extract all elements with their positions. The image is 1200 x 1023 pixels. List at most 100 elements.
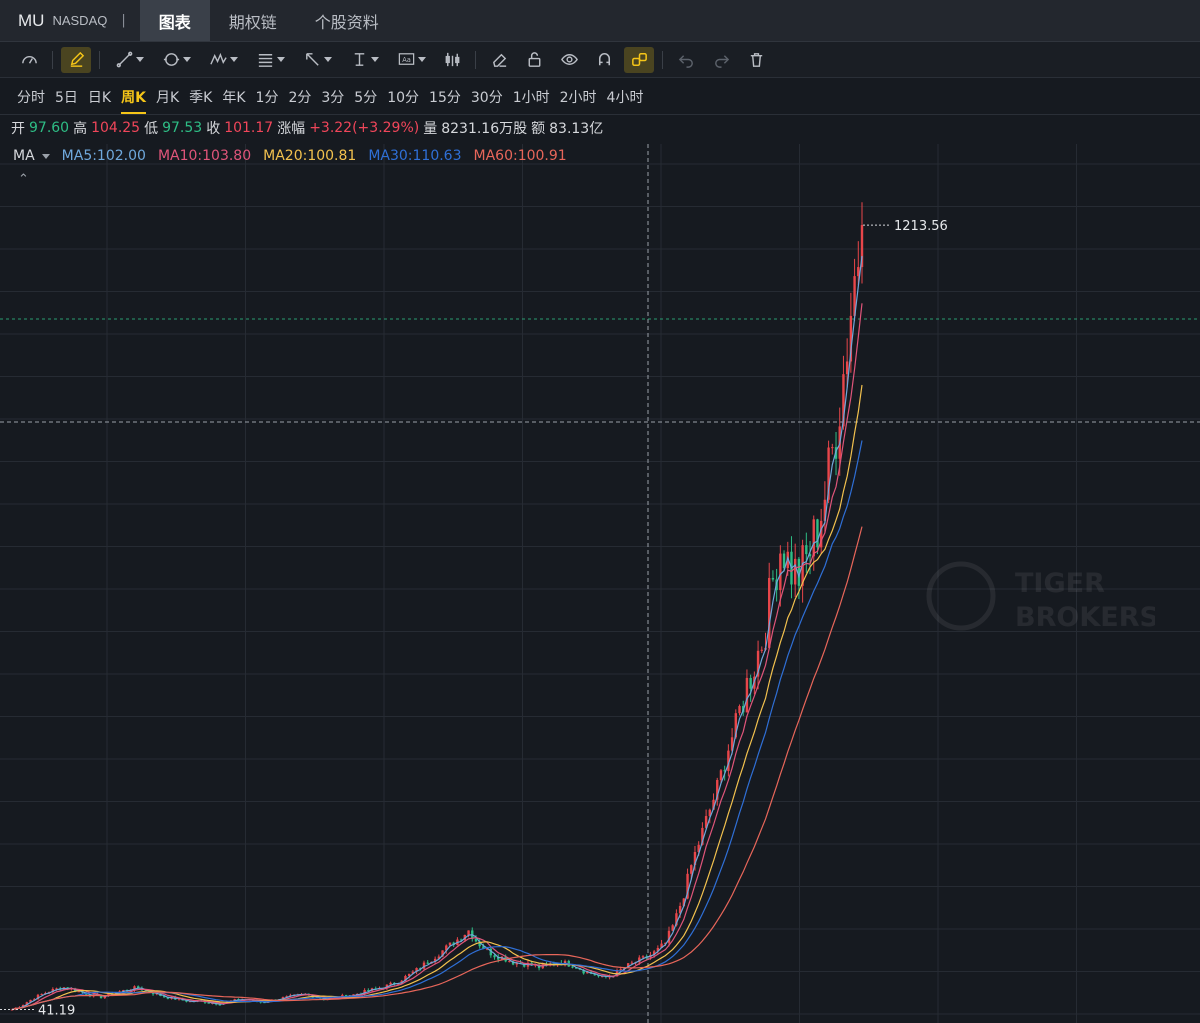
circle-tool-icon[interactable] (155, 47, 197, 73)
lock-icon[interactable] (519, 47, 549, 73)
amount-value: 83.13亿 (549, 121, 604, 137)
tab-options-chain[interactable]: 期权链 (210, 0, 296, 41)
tab-chart[interactable]: 图表 (139, 0, 210, 41)
period-30min[interactable]: 30分 (466, 79, 508, 115)
open-label: 开 (11, 121, 25, 137)
ma-indicator-dropdown[interactable]: MA (13, 148, 50, 164)
period-1hour[interactable]: 1小时 (508, 79, 555, 115)
period-yearly[interactable]: 年K (217, 79, 250, 115)
candle-body (816, 519, 819, 548)
candle-body (474, 938, 478, 942)
symbol-block: MU NASDAQ | (0, 0, 140, 41)
close-label: 收 (206, 121, 221, 137)
redo-icon[interactable] (706, 47, 736, 73)
pattern-tool-icon[interactable] (202, 47, 244, 73)
period-selector: 分时 5日 日K 周K 月K 季K 年K 1分 2分 3分 5分 10分 15分… (0, 79, 1200, 115)
open-value: 97.60 (29, 120, 70, 136)
candle-body (719, 770, 723, 780)
close-value: 101.17 (224, 120, 274, 136)
low-value: 97.53 (162, 120, 203, 136)
ma30-value: MA30:110.63 (368, 148, 462, 164)
fib-tool-icon[interactable] (249, 47, 291, 73)
candle-body (805, 545, 808, 555)
amount-label: 额 (531, 121, 546, 137)
candle-body (738, 706, 741, 714)
top-bar: MU NASDAQ | 图表 期权链 个股资料 (0, 0, 1200, 42)
broker-watermark: TIGER BROKERS (925, 560, 1159, 640)
period-5day[interactable]: 5日 (50, 79, 83, 115)
candle-body (793, 558, 797, 585)
watermark-line1: TIGER (1015, 568, 1105, 599)
candle-body (831, 447, 834, 449)
candle-body (690, 865, 693, 874)
toolbar-divider (662, 50, 663, 69)
period-4hour[interactable]: 4小时 (602, 79, 649, 115)
candle-body (493, 955, 496, 958)
low-label: 低 (144, 121, 159, 137)
ma60-value: MA60:100.91 (473, 148, 567, 164)
tab-stock-profile[interactable]: 个股资料 (296, 0, 398, 41)
toolbar-divider (475, 50, 476, 69)
change-value: +3.22(+3.29%) (309, 120, 420, 136)
bar-style-icon[interactable] (437, 47, 467, 73)
text-box-icon[interactable]: Aa (390, 47, 432, 73)
period-1min[interactable]: 1分 (251, 79, 284, 115)
period-15min[interactable]: 15分 (424, 79, 466, 115)
toolbar-divider (52, 50, 53, 69)
ma5-line (11, 256, 863, 1011)
eraser-icon[interactable] (484, 47, 514, 73)
candle-body (812, 519, 815, 557)
chevron-down-icon (41, 153, 50, 159)
ma30-line (11, 440, 863, 1011)
min-price-label: 41.19 (38, 1004, 75, 1019)
volume-label: 量 (423, 121, 438, 137)
period-2hour[interactable]: 2小时 (555, 79, 602, 115)
period-weekly[interactable]: 周K (116, 79, 151, 115)
high-value: 104.25 (91, 120, 141, 136)
period-monthly[interactable]: 月K (151, 79, 184, 115)
title-separator: | (121, 13, 126, 28)
line-tool-icon[interactable] (108, 47, 150, 73)
draw-pen-icon[interactable] (61, 46, 91, 73)
period-quarterly[interactable]: 季K (184, 79, 217, 115)
exchange-name: NASDAQ (52, 13, 108, 28)
candle-body (619, 969, 622, 971)
ma20-value: MA20:100.81 (263, 148, 357, 164)
svg-text:Aa: Aa (402, 56, 411, 64)
period-daily[interactable]: 日K (83, 79, 116, 115)
link-icon[interactable] (624, 46, 654, 73)
candle-body (779, 553, 782, 591)
period-5min[interactable]: 5分 (349, 79, 382, 115)
period-intraday[interactable]: 分时 (12, 79, 50, 115)
ohlc-readout: 开 97.60 高 104.25 低 97.53 收 101.17 涨幅 +3.… (11, 118, 603, 138)
candle-body (641, 956, 645, 958)
text-cursor-icon[interactable] (343, 47, 385, 73)
change-label: 涨幅 (277, 121, 306, 137)
watermark-line2: BROKERS (1015, 602, 1155, 633)
candle-body (768, 577, 771, 648)
high-label: 高 (73, 121, 88, 137)
candle-body (760, 649, 763, 651)
ticker-symbol: MU (18, 10, 45, 30)
eye-icon[interactable] (554, 47, 584, 73)
candle-body (771, 577, 775, 580)
toolbar-divider (99, 50, 100, 69)
candle-body (745, 677, 749, 713)
collapse-legend-icon[interactable]: ⌃ (18, 172, 29, 187)
max-price-label: 1213.56 (894, 219, 948, 234)
candle-body (571, 966, 574, 968)
arrow-tool-icon[interactable] (296, 47, 338, 73)
candle-body (218, 1004, 222, 1006)
magnet-icon[interactable] (589, 47, 619, 73)
candle-body (749, 677, 752, 689)
undo-icon[interactable] (671, 47, 701, 73)
ma10-line (11, 303, 863, 1011)
indicator-gauge-icon[interactable] (14, 47, 44, 73)
period-2min[interactable]: 2分 (283, 79, 316, 115)
ma20-line (11, 384, 863, 1011)
ma-label: MA (13, 148, 35, 164)
trash-icon[interactable] (741, 47, 771, 73)
period-10min[interactable]: 10分 (382, 79, 424, 115)
period-3min[interactable]: 3分 (316, 79, 349, 115)
ma60-line (11, 526, 863, 1011)
